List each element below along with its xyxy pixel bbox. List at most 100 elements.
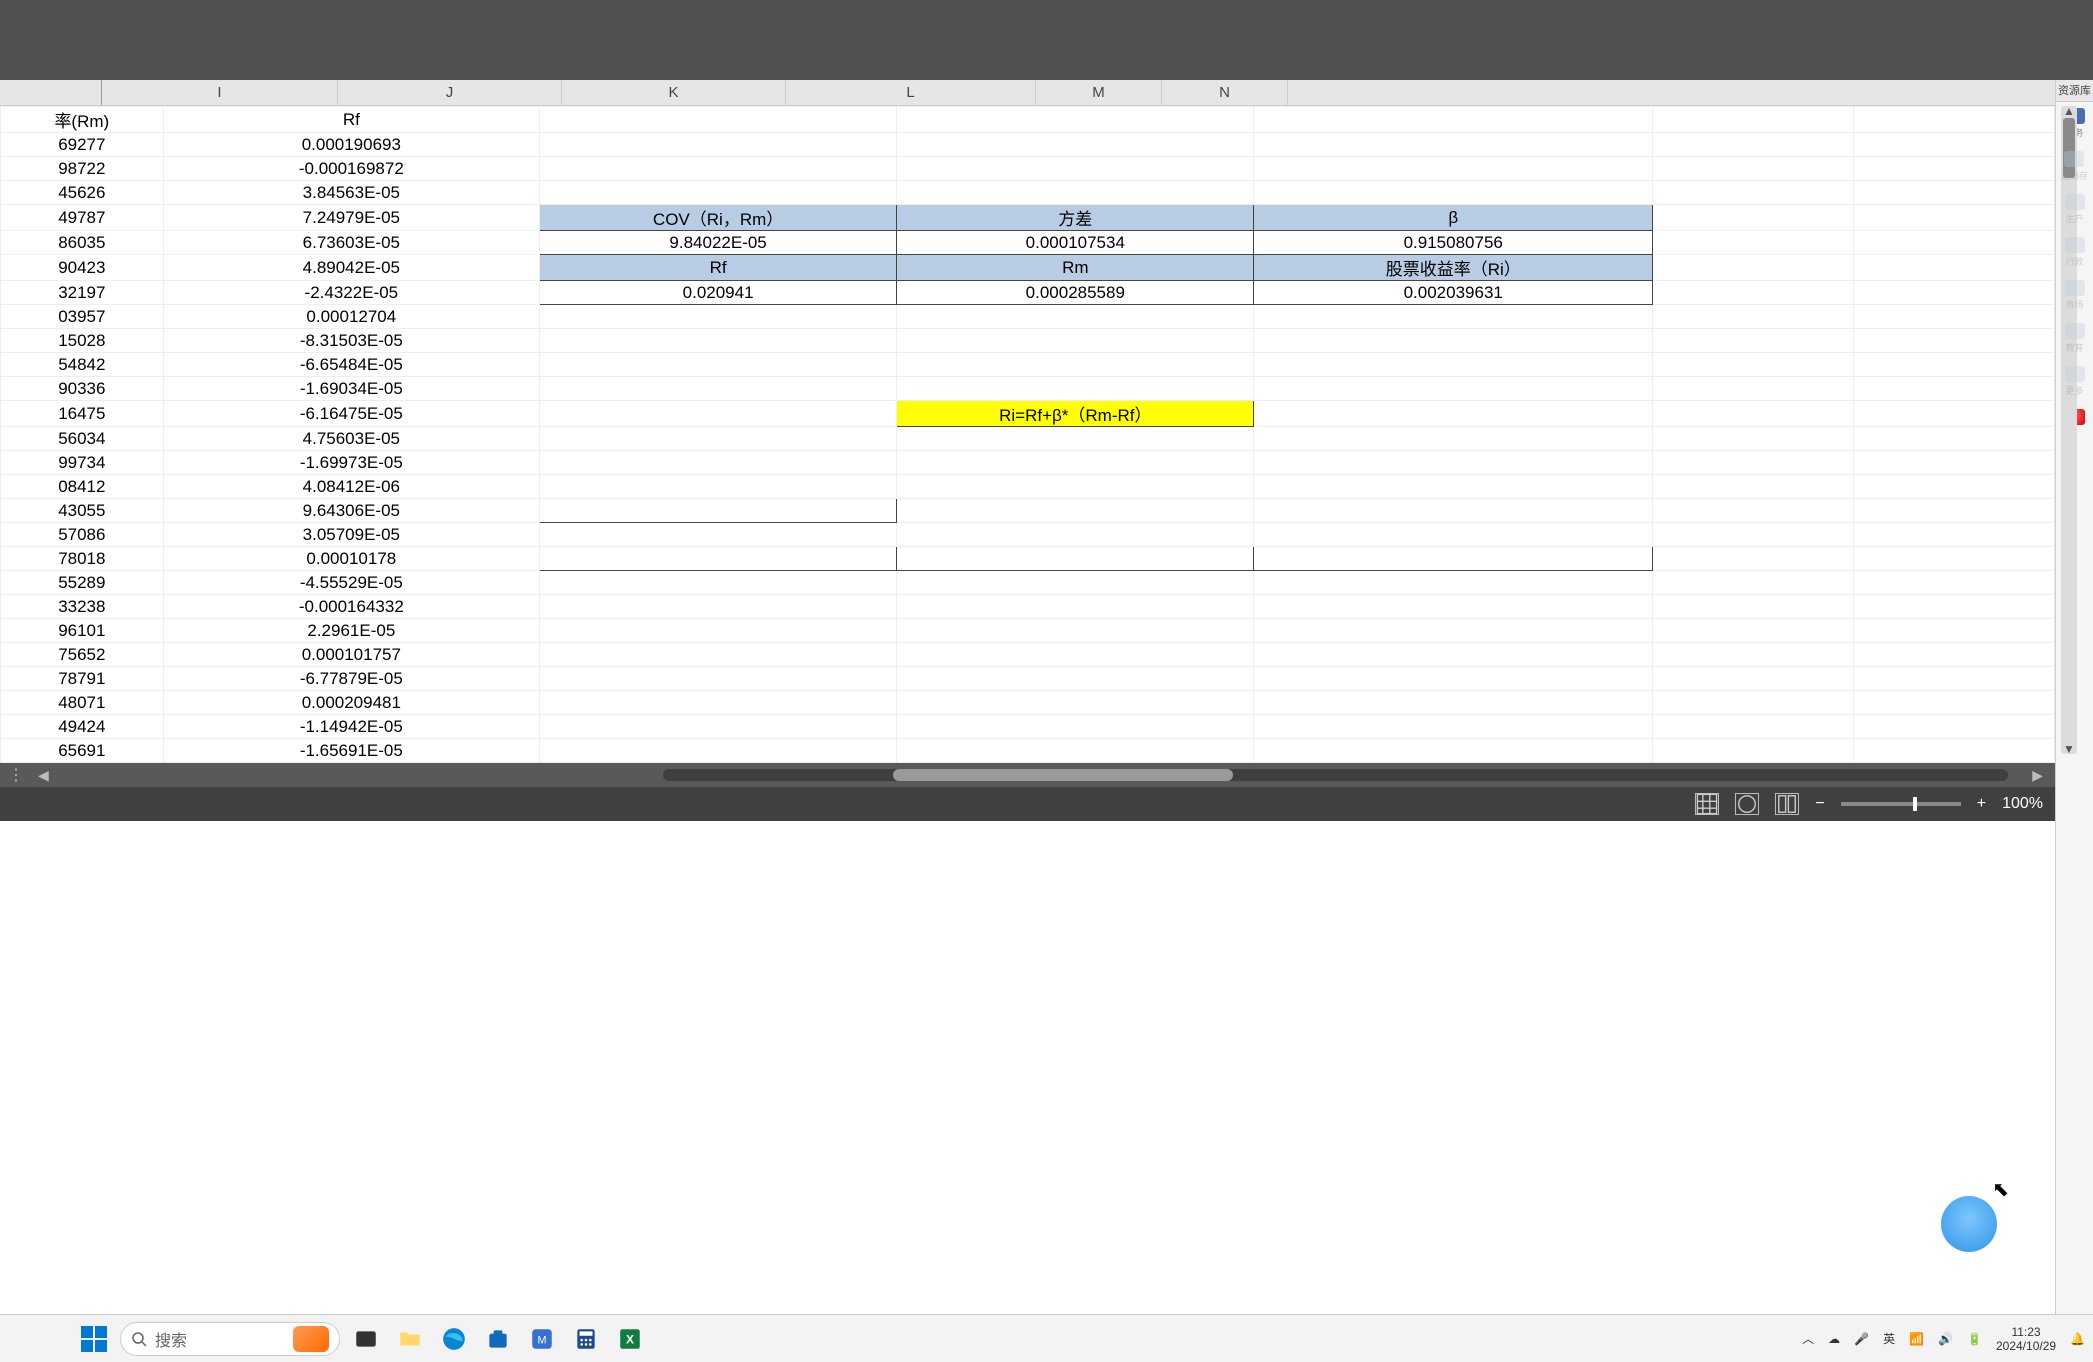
cell[interactable]: [1653, 427, 1854, 451]
cell[interactable]: [1854, 377, 2055, 401]
table-row[interactable]: 45626 3.84563E-05: [1, 181, 2055, 205]
table-row[interactable]: 560344.75603E-05: [1, 427, 2055, 451]
table-row[interactable]: 756520.000101757: [1, 643, 2055, 667]
cell[interactable]: [540, 305, 897, 329]
table-row[interactable]: 90423 4.89042E-05 Rf Rm 股票收益率（Ri）: [1, 255, 2055, 281]
table-row[interactable]: 15028-8.31503E-05: [1, 329, 2055, 353]
cell[interactable]: 54842: [1, 353, 164, 377]
cell[interactable]: 49424: [1, 715, 164, 739]
cell[interactable]: [897, 499, 1254, 523]
cell[interactable]: [1653, 181, 1854, 205]
cell-variance-value[interactable]: 0.000107534: [897, 231, 1254, 255]
cell[interactable]: [1254, 305, 1653, 329]
cell[interactable]: -8.31503E-05: [163, 329, 539, 353]
cell[interactable]: [897, 107, 1254, 133]
scroll-left-icon[interactable]: ◀: [34, 767, 53, 784]
cell[interactable]: [1254, 133, 1653, 157]
wifi-icon[interactable]: 📶: [1909, 1332, 1924, 1346]
zoom-slider[interactable]: [1841, 802, 1961, 806]
scroll-down-icon[interactable]: ▼: [2063, 742, 2075, 756]
cell-boxed[interactable]: [540, 499, 897, 523]
cell[interactable]: [540, 691, 897, 715]
cell[interactable]: 56034: [1, 427, 164, 451]
cell[interactable]: [540, 643, 897, 667]
table-row[interactable]: 570863.05709E-05: [1, 523, 2055, 547]
cell[interactable]: 4.75603E-05: [163, 427, 539, 451]
volume-icon[interactable]: 🔊: [1938, 1332, 1953, 1346]
cell[interactable]: [540, 401, 897, 427]
cell[interactable]: 6.73603E-05: [163, 231, 539, 255]
cell[interactable]: [1254, 619, 1653, 643]
ime-indicator[interactable]: 英: [1883, 1330, 1895, 1347]
cell-cov-value[interactable]: 9.84022E-05: [540, 231, 897, 255]
cell[interactable]: [1854, 547, 2055, 571]
table-row[interactable]: 65691-1.65691E-05: [1, 739, 2055, 763]
cell[interactable]: [1653, 571, 1854, 595]
app1-button[interactable]: M: [524, 1321, 560, 1357]
cell[interactable]: [897, 691, 1254, 715]
cell[interactable]: 86035: [1, 231, 164, 255]
cell[interactable]: [540, 739, 897, 763]
cell[interactable]: [540, 107, 897, 133]
cell[interactable]: [1653, 401, 1854, 427]
cell[interactable]: [897, 305, 1254, 329]
cell[interactable]: [1854, 739, 2055, 763]
cell[interactable]: [897, 739, 1254, 763]
view-normal-button[interactable]: [1695, 793, 1719, 815]
cell[interactable]: [540, 427, 897, 451]
cell[interactable]: [540, 157, 897, 181]
microphone-icon[interactable]: 🎤: [1854, 1332, 1869, 1346]
col-header-N[interactable]: N: [1162, 80, 1288, 105]
col-header-J[interactable]: J: [338, 80, 562, 105]
cell[interactable]: 69277: [1, 133, 164, 157]
cell[interactable]: 0.00012704: [163, 305, 539, 329]
table-row[interactable]: 33238-0.000164332: [1, 595, 2055, 619]
cell[interactable]: -6.16475E-05: [163, 401, 539, 427]
cell[interactable]: [1854, 181, 2055, 205]
cell-boxed[interactable]: [897, 547, 1254, 571]
cell[interactable]: [1653, 475, 1854, 499]
cell[interactable]: [1653, 547, 1854, 571]
cell[interactable]: 78791: [1, 667, 164, 691]
cell[interactable]: [1254, 643, 1653, 667]
cell[interactable]: 55289: [1, 571, 164, 595]
sheet-tab-menu-icon[interactable]: ⋮: [8, 765, 34, 785]
cell[interactable]: [1653, 107, 1854, 133]
cell[interactable]: [1653, 499, 1854, 523]
cell[interactable]: [897, 667, 1254, 691]
cell[interactable]: [1653, 667, 1854, 691]
cell[interactable]: Rf: [163, 107, 539, 133]
cell-boxed[interactable]: [1254, 547, 1653, 571]
cell[interactable]: [540, 329, 897, 353]
scroll-right-icon[interactable]: ▶: [2028, 767, 2047, 784]
cell[interactable]: -0.000169872: [163, 157, 539, 181]
cell[interactable]: [1653, 643, 1854, 667]
cell[interactable]: [1254, 401, 1653, 427]
cell[interactable]: [1854, 451, 2055, 475]
cell[interactable]: [1854, 643, 2055, 667]
cell[interactable]: 90336: [1, 377, 164, 401]
cell[interactable]: 4.89042E-05: [163, 255, 539, 281]
edge-button[interactable]: [436, 1321, 472, 1357]
col-header-L[interactable]: L: [786, 80, 1036, 105]
cell[interactable]: [1653, 595, 1854, 619]
cell[interactable]: 43055: [1, 499, 164, 523]
table-row[interactable]: 54842-6.65484E-05: [1, 353, 2055, 377]
cell[interactable]: 45626: [1, 181, 164, 205]
table-row[interactable]: 16475 -6.16475E-05 Ri=Rf+β*（Rm-Rf）: [1, 401, 2055, 427]
cell[interactable]: 90423: [1, 255, 164, 281]
notification-icon[interactable]: 🔔: [2070, 1332, 2085, 1346]
cell-ri-value[interactable]: 0.002039631: [1254, 281, 1653, 305]
table-row[interactable]: 99734-1.69973E-05: [1, 451, 2055, 475]
cell[interactable]: -1.14942E-05: [163, 715, 539, 739]
cell-variance-header[interactable]: 方差: [897, 205, 1254, 231]
cell-beta-header[interactable]: β: [1254, 205, 1653, 231]
cell[interactable]: [540, 133, 897, 157]
cell[interactable]: 2.2961E-05: [163, 619, 539, 643]
cell[interactable]: [897, 329, 1254, 353]
zoom-out-button[interactable]: −: [1815, 795, 1824, 813]
zoom-slider-thumb[interactable]: [1913, 797, 1917, 811]
cell[interactable]: 0.00010178: [163, 547, 539, 571]
cell[interactable]: [1653, 305, 1854, 329]
cell[interactable]: [1854, 107, 2055, 133]
